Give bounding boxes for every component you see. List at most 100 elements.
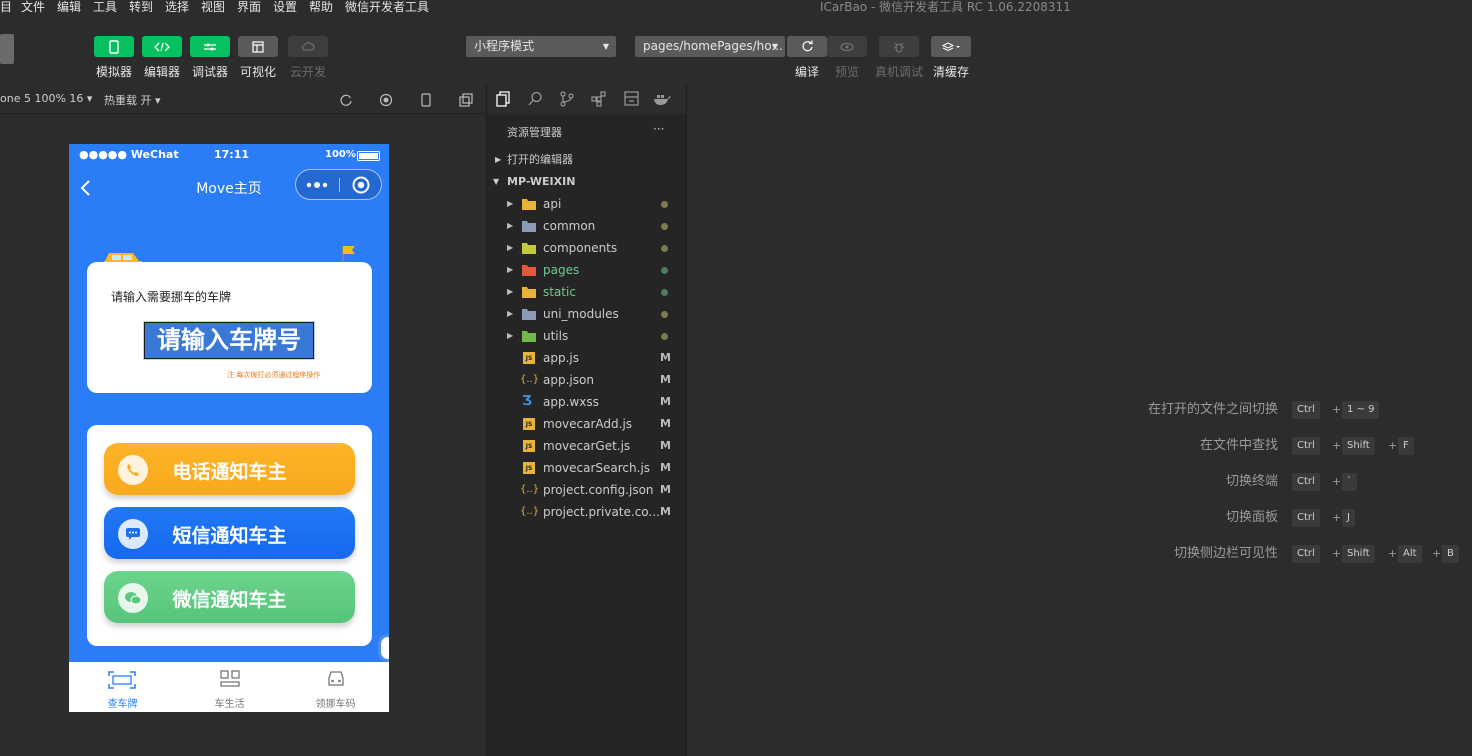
folder-item[interactable]: ▶ components	[487, 237, 686, 259]
window-title: ICarBao - 微信开发者工具 RC 1.06.2208311	[820, 0, 1071, 14]
sms-notify-button[interactable]: 短信通知车主	[104, 507, 355, 559]
page-path-select[interactable]: pages/homePages/ho... ▼	[635, 36, 785, 57]
tab-car-life[interactable]: 车生活	[176, 662, 283, 712]
file-item[interactable]: JS movecarAdd.js M	[487, 413, 686, 435]
project-section[interactable]: ▼ MP-WEIXIN	[487, 171, 686, 193]
chevron-right-icon: ▶	[507, 265, 514, 274]
tab-move-code[interactable]: 领挪车码	[282, 662, 389, 712]
avatar[interactable]	[0, 34, 14, 64]
menu-item-goto[interactable]: 转到	[129, 0, 153, 15]
key-cap: Ctrl	[1292, 509, 1320, 527]
compile-button[interactable]	[787, 36, 827, 57]
device-select[interactable]: one 5 100% 16 ▾	[0, 92, 92, 105]
key-cap: Shift	[1342, 437, 1375, 455]
folder-item[interactable]: ▶ static	[487, 281, 686, 303]
git-status-badge: M	[660, 505, 671, 518]
rotate-icon[interactable]	[339, 93, 353, 107]
visual-button[interactable]	[238, 36, 278, 57]
docker-icon[interactable]	[653, 92, 671, 106]
file-item[interactable]: JS app.js M	[487, 347, 686, 369]
panel-divider[interactable]	[686, 84, 687, 756]
menu-item-settings[interactable]: 设置	[273, 0, 297, 15]
simulator-button[interactable]	[94, 36, 134, 57]
editor-label: 编辑器	[143, 65, 180, 79]
menu-item-tools[interactable]: 工具	[93, 0, 117, 15]
folder-name: components	[543, 241, 618, 255]
plate-input[interactable]: 请输入车牌号	[143, 321, 315, 360]
file-name: project.private.co...	[543, 505, 660, 519]
source-control-icon[interactable]	[560, 91, 574, 107]
plus-sign: +	[1332, 547, 1342, 560]
cloud-icon	[301, 41, 315, 51]
menu-item-select[interactable]: 选择	[165, 0, 189, 15]
folder-item[interactable]: ▶ api	[487, 193, 686, 215]
tab-search-plate[interactable]: 查车牌	[69, 662, 176, 712]
floating-button[interactable]	[378, 634, 389, 662]
file-name: app.js	[543, 351, 579, 365]
debugger-button[interactable]	[190, 36, 230, 57]
preview-button[interactable]	[827, 36, 867, 57]
js-file-icon: JS	[523, 418, 535, 430]
close-capsule-icon[interactable]	[352, 176, 370, 194]
folder-name: api	[543, 197, 562, 211]
folder-item[interactable]: ▶ common	[487, 215, 686, 237]
file-item[interactable]: JS movecarSearch.js M	[487, 457, 686, 479]
phone-notify-button[interactable]: 电话通知车主	[104, 443, 355, 495]
phone-icon[interactable]	[420, 93, 432, 107]
menu-item-help[interactable]: 帮助	[309, 0, 333, 15]
extensions-icon[interactable]	[591, 91, 607, 107]
mode-select[interactable]: 小程序模式 ▼	[466, 36, 616, 57]
plate-prompt: 请输入需要挪车的车牌	[111, 290, 232, 304]
sms-notify-label: 短信通知车主	[172, 525, 287, 547]
explorer-more-icon[interactable]: ···	[653, 122, 664, 136]
folder-item[interactable]: ▶ uni_modules	[487, 303, 686, 325]
open-editors-section[interactable]: ▶ 打开的编辑器	[487, 149, 686, 171]
editor-button[interactable]	[142, 36, 182, 57]
hot-reload-toggle[interactable]: 热重载 开 ▾	[104, 92, 161, 108]
real-debug-button[interactable]	[879, 36, 919, 57]
chevron-right-icon: ▶	[507, 243, 514, 252]
call-note: 注:每次拨打必须通过程序操作	[227, 371, 321, 379]
record-icon[interactable]	[379, 93, 393, 107]
folder-icon	[522, 265, 536, 276]
menu-item-file[interactable]: 文件	[21, 0, 45, 15]
menu-item-wechat-devtools[interactable]: 微信开发者工具	[345, 0, 429, 15]
menu-item-view[interactable]: 视图	[201, 0, 225, 15]
chevron-right-icon: ▶	[507, 287, 514, 296]
outline-icon[interactable]	[624, 91, 639, 106]
file-item[interactable]: {..} app.json M	[487, 369, 686, 391]
wechat-notify-button[interactable]: 微信通知车主	[104, 571, 355, 623]
shortcut-label: 在文件中查找	[1199, 438, 1278, 453]
files-icon[interactable]	[496, 91, 511, 107]
file-item[interactable]: {..} project.private.co... M	[487, 501, 686, 523]
tab-car-life-label: 车生活	[214, 699, 245, 710]
debugger-label: 调试器	[191, 65, 228, 79]
file-item[interactable]: {..} project.config.json M	[487, 479, 686, 501]
popout-icon[interactable]	[459, 93, 473, 107]
menu-bar: 目 文件 编辑 工具 转到 选择 视图 界面 设置 帮助 微信开发者工具 ICa…	[0, 0, 1472, 16]
folder-icon	[522, 309, 536, 320]
explorer-title: 资源管理器	[507, 126, 562, 139]
file-item[interactable]: Ʒapp.wxss M	[487, 391, 686, 413]
more-icon[interactable]	[306, 180, 330, 190]
file-name: movecarGet.js	[543, 439, 631, 453]
activity-bar	[487, 84, 686, 114]
folder-item[interactable]: ▶ pages	[487, 259, 686, 281]
file-item[interactable]: JS movecarGet.js M	[487, 435, 686, 457]
toggle-icon	[204, 43, 216, 50]
menu-item-view-partial[interactable]: 目	[0, 0, 12, 15]
cloud-button[interactable]	[288, 36, 328, 57]
search-icon[interactable]	[528, 91, 543, 106]
shortcut-label: 切换终端	[1225, 474, 1278, 489]
phone-screen: ●●●●● WeChat 17:11 100% Move主页 请输入需要挪车的车…	[69, 144, 389, 712]
folder-item[interactable]: ▶ utils	[487, 325, 686, 347]
status-dot	[661, 201, 668, 208]
menu-item-interface[interactable]: 界面	[237, 0, 261, 15]
clear-cache-button[interactable]	[931, 36, 971, 57]
css-file-icon: Ʒ	[522, 394, 533, 409]
menu-item-edit[interactable]: 编辑	[57, 0, 81, 15]
chevron-down-icon: ▼	[771, 42, 778, 51]
status-dot	[661, 311, 668, 318]
explorer-panel: 资源管理器 ··· ▶ 打开的编辑器 ▼ MP-WEIXIN ▶ api ▶ comm…	[487, 84, 686, 756]
status-dot	[661, 289, 668, 296]
